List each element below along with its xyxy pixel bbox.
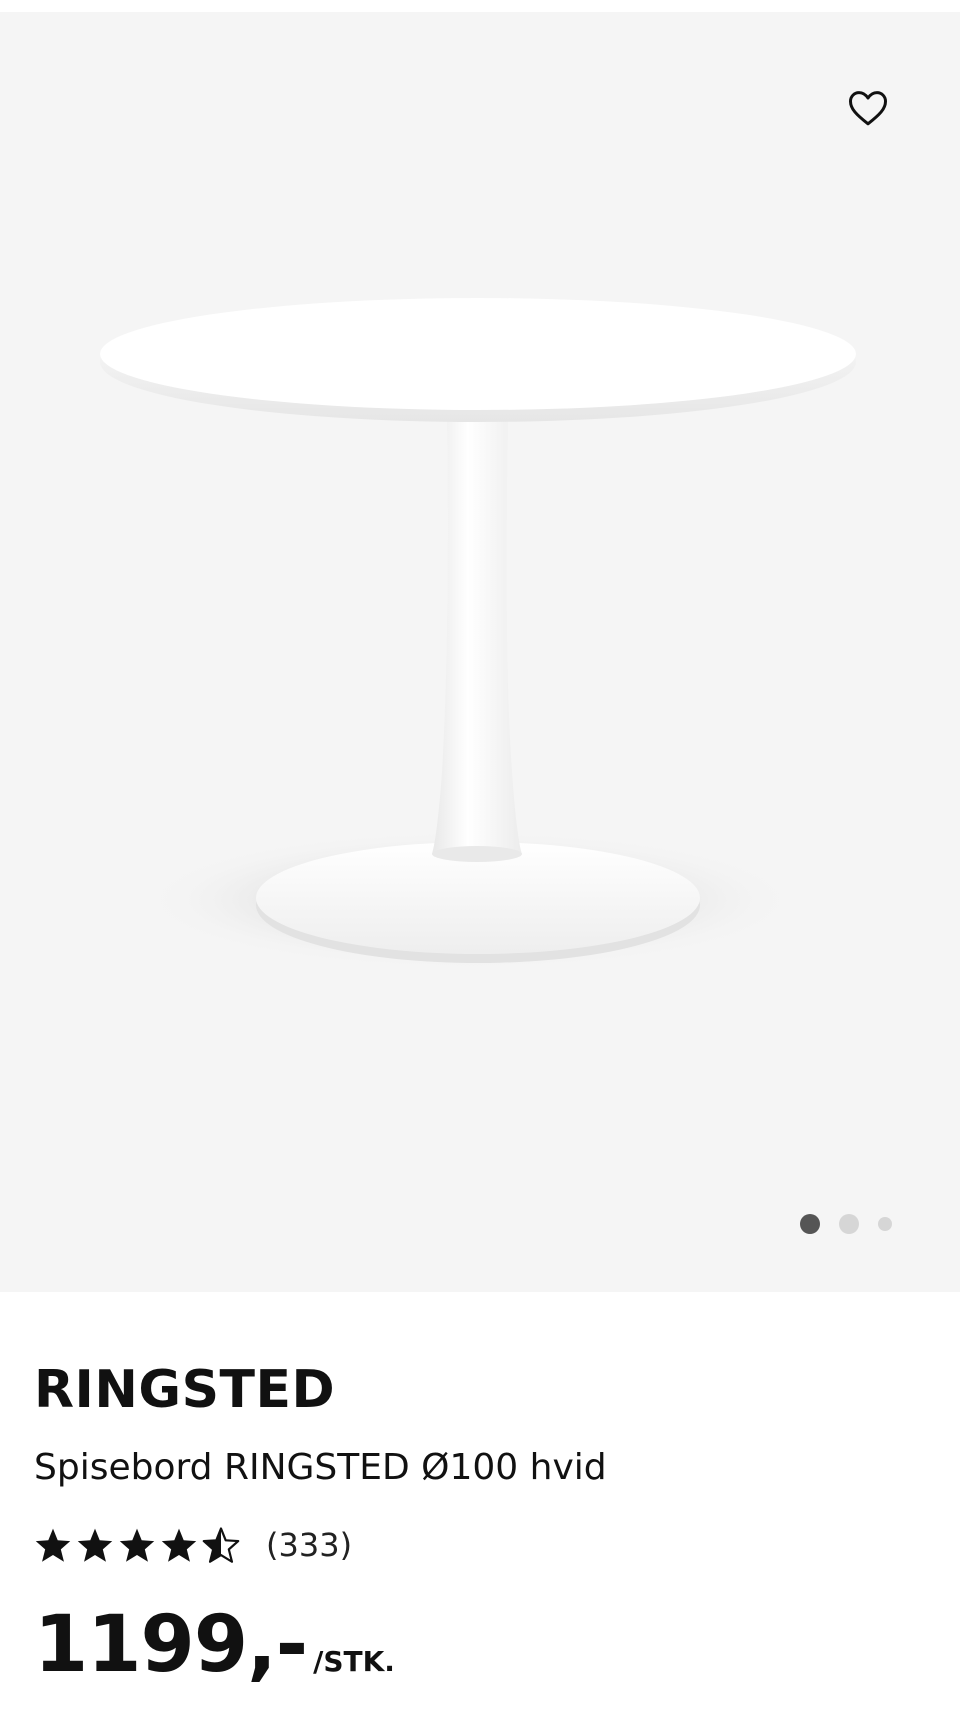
- star-icon: [34, 1527, 72, 1563]
- star-icon: [118, 1527, 156, 1563]
- product-rating[interactable]: (333): [34, 1522, 352, 1568]
- product-image-gallery[interactable]: [0, 12, 960, 1292]
- product-image-table: [100, 298, 856, 970]
- price-value: 1199,-: [34, 1600, 308, 1690]
- star-icon: [76, 1527, 114, 1563]
- gallery-dot-3[interactable]: [878, 1217, 892, 1231]
- heart-outline-icon: [849, 91, 887, 126]
- gallery-dot-2[interactable]: [839, 1214, 859, 1234]
- product-description: Spisebord RINGSTED Ø100 hvid: [34, 1447, 607, 1488]
- price-unit: /STK.: [313, 1645, 395, 1678]
- gallery-dot-1[interactable]: [800, 1214, 820, 1234]
- favorite-button[interactable]: [838, 78, 898, 138]
- gallery-pagination[interactable]: [800, 1212, 910, 1236]
- star-icon: [160, 1527, 198, 1563]
- top-bar: [0, 0, 960, 12]
- product-name: RINGSTED: [34, 1360, 336, 1420]
- rating-stars: [34, 1527, 240, 1563]
- star-half-icon: [202, 1527, 240, 1563]
- product-price: 1199,- /STK.: [34, 1600, 395, 1690]
- review-count[interactable]: (333): [266, 1526, 352, 1564]
